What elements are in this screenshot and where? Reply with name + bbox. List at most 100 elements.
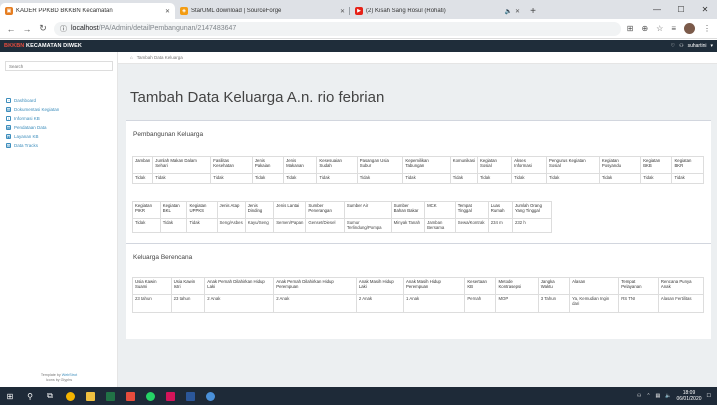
table-cell: Jamban Bersama bbox=[424, 218, 456, 233]
tab-title: StarUML download | SourceForge bbox=[191, 8, 282, 14]
user-name[interactable]: suhartini bbox=[688, 43, 707, 49]
column-header: Jumlah Makan Dalam Sehari bbox=[152, 156, 212, 174]
close-window-button[interactable]: ✕ bbox=[693, 0, 717, 19]
translate-icon[interactable]: ⊞ bbox=[627, 24, 634, 33]
column-header: Kegiatan Sosial bbox=[476, 156, 513, 174]
column-header: Jenis Atap bbox=[216, 201, 246, 219]
back-icon[interactable]: ← bbox=[6, 24, 16, 34]
tab-title: (2) Kisah Sang Rosul (Rohati) bbox=[366, 8, 446, 14]
page-title: Tambah Data Keluarga A.n. rio febrian bbox=[130, 89, 385, 106]
breadcrumb-item[interactable]: Tambah Data Keluarga bbox=[137, 55, 183, 60]
browser-tab-strip: ▣ KADER PPKBD BKKBN Kecamatan ✕ ◈ StarUM… bbox=[0, 0, 717, 19]
table-cell: Tidak bbox=[132, 218, 161, 233]
table-cell: Tidak bbox=[402, 173, 451, 184]
pembangunan-table-1: Jamban Jumlah Makan Dalam Sehari Fasilitas… bbox=[131, 156, 704, 184]
url-input[interactable]: ⓘ localhost/PA/Admin/detailPembangunan/2… bbox=[54, 21, 621, 36]
chevron-up-icon[interactable]: ⌃ bbox=[646, 393, 650, 399]
column-header: Sumber Air bbox=[343, 201, 392, 219]
sidebar-item-layanan[interactable]: ▣ Layanan KB bbox=[0, 132, 117, 141]
excel-icon[interactable] bbox=[100, 387, 120, 405]
column-header: Kegiatan BKL bbox=[159, 201, 188, 219]
forward-icon[interactable]: → bbox=[22, 24, 32, 34]
template-link[interactable]: WebStrot bbox=[62, 373, 77, 377]
notification-icon[interactable]: ☐ bbox=[707, 393, 711, 399]
whatsapp-icon[interactable] bbox=[140, 387, 160, 405]
column-header: Usia Kawin Istri bbox=[170, 277, 206, 295]
column-header: Jumlah Orang Yang Tinggal bbox=[511, 201, 553, 219]
breadcrumb: ⌂ Tambah Data Keluarga bbox=[118, 52, 717, 64]
task-view-icon[interactable]: ⧉ bbox=[40, 387, 60, 405]
browser-tab-youtube[interactable]: ▶ (2) Kisah Sang Rosul (Rohati) 🔈 ✕ bbox=[350, 3, 525, 19]
info-icon: i bbox=[6, 116, 11, 121]
reload-icon[interactable]: ↻ bbox=[38, 23, 48, 34]
column-header: Akses Informasi bbox=[511, 156, 548, 174]
network-icon[interactable]: ▤ bbox=[656, 393, 661, 399]
table-cell: Tidak bbox=[159, 218, 188, 233]
file-explorer-icon[interactable] bbox=[80, 387, 100, 405]
table-cell: RS TNI bbox=[618, 294, 659, 313]
column-header: Jenis Pakaian bbox=[251, 156, 285, 174]
column-header: Tempat Tinggal bbox=[454, 201, 489, 219]
info-icon[interactable]: ⓘ bbox=[60, 24, 67, 34]
people-icon[interactable]: ⚇ bbox=[637, 393, 641, 399]
clock[interactable]: 18:09 06/01/2020 bbox=[676, 390, 701, 402]
pembangunan-table-2: Kegiatan PIKR Kegiatan BKL Kegiatan UPPKS J… bbox=[132, 201, 553, 233]
user-icon[interactable]: ⚇ bbox=[679, 43, 683, 49]
chevron-down-icon[interactable]: ▾ bbox=[710, 43, 713, 49]
menu-dots-icon[interactable]: ⋮ bbox=[703, 24, 711, 33]
sidebar-item-pendataan[interactable]: ▦ Pendataan Data bbox=[0, 123, 117, 132]
windows-start-icon[interactable]: ⊞ bbox=[0, 387, 20, 405]
speaker-icon[interactable]: 🔈 bbox=[504, 8, 511, 15]
sidebar-item-informasi[interactable]: i Informasi KB bbox=[0, 114, 117, 123]
tab-favicon-icon: ▣ bbox=[5, 7, 13, 15]
browser-tab-staruml[interactable]: ◈ StarUML download | SourceForge ✕ bbox=[175, 3, 350, 19]
system-tray: ⚇ ⌃ ▤ 🔈 18:09 06/01/2020 ☐ bbox=[637, 390, 717, 402]
table-cell: Tidak bbox=[316, 173, 358, 184]
home-icon[interactable]: ⌂ bbox=[130, 55, 133, 60]
table-cell: Tidak bbox=[640, 173, 673, 184]
chrome-icon[interactable] bbox=[60, 387, 80, 405]
table-cell: Seng/Asbes bbox=[216, 218, 246, 233]
extensions-icon[interactable]: ≡ bbox=[671, 24, 676, 33]
sidebar-item-dashboard[interactable]: ◔ Dashboard bbox=[0, 96, 117, 105]
table-cell: Ya, Kemudian Ingin dari bbox=[569, 294, 620, 313]
column-header: Anak Masih Hidup Laki bbox=[355, 277, 405, 295]
windows-taskbar: ⊞ ⚲ ⧉ ⚇ ⌃ ▤ 🔈 18:09 06/01/2020 ☐ bbox=[0, 387, 717, 405]
app-brand[interactable]: BKKBN KECAMATAN DIWEK bbox=[4, 43, 82, 49]
column-header: MCK bbox=[424, 201, 456, 219]
maximize-button[interactable]: ☐ bbox=[669, 0, 693, 19]
table-cell: 2 Anak bbox=[273, 294, 357, 313]
notification-icon[interactable]: ♡ bbox=[671, 43, 675, 49]
table-cell: Tidak bbox=[152, 173, 212, 184]
table-cell: MOP bbox=[495, 294, 539, 313]
close-icon[interactable]: ✕ bbox=[515, 8, 520, 15]
close-icon[interactable]: ✕ bbox=[165, 8, 170, 15]
table-cell: 2 Anak bbox=[355, 294, 405, 313]
table-cell: Tidak bbox=[598, 173, 642, 184]
search-icon[interactable]: ⚲ bbox=[20, 387, 40, 405]
column-header: Kegiatan UPPKS bbox=[186, 201, 218, 219]
app-icon[interactable] bbox=[160, 387, 180, 405]
search-input[interactable] bbox=[5, 61, 113, 71]
browser-tab-kader[interactable]: ▣ KADER PPKBD BKKBN Kecamatan ✕ bbox=[0, 3, 175, 19]
column-header: Jenis Lantai bbox=[273, 201, 307, 219]
new-tab-button[interactable]: + bbox=[525, 3, 541, 19]
table-cell: Alasan Fertilitas bbox=[657, 294, 705, 313]
avatar[interactable] bbox=[684, 23, 695, 34]
sidebar-item-dokumentasi[interactable]: ▤ Dokumentasi Kegiatan bbox=[0, 105, 117, 114]
word-icon[interactable] bbox=[180, 387, 200, 405]
app-header: BKKBN KECAMATAN DIWEK ♡ ⚇ suhartini ▾ bbox=[0, 40, 717, 52]
table-cell: Minyak Tanah bbox=[390, 218, 426, 233]
zoom-icon[interactable]: ⊕ bbox=[641, 24, 648, 33]
column-header: Pengurus Kegiatan Sosial bbox=[546, 156, 600, 174]
close-icon[interactable]: ✕ bbox=[340, 8, 345, 15]
sidebar-item-tracks[interactable]: ▧ Data Tracks bbox=[0, 141, 117, 150]
minimize-button[interactable]: — bbox=[645, 0, 669, 19]
volume-icon[interactable]: 🔈 bbox=[665, 393, 671, 399]
app-icon[interactable] bbox=[200, 387, 220, 405]
table-cell: 1 Anak bbox=[403, 294, 466, 313]
table-cell: Tidak bbox=[476, 173, 513, 184]
app-icon[interactable] bbox=[120, 387, 140, 405]
table-cell: Sewa/Kontrak bbox=[454, 218, 489, 233]
star-icon[interactable]: ☆ bbox=[656, 24, 663, 33]
